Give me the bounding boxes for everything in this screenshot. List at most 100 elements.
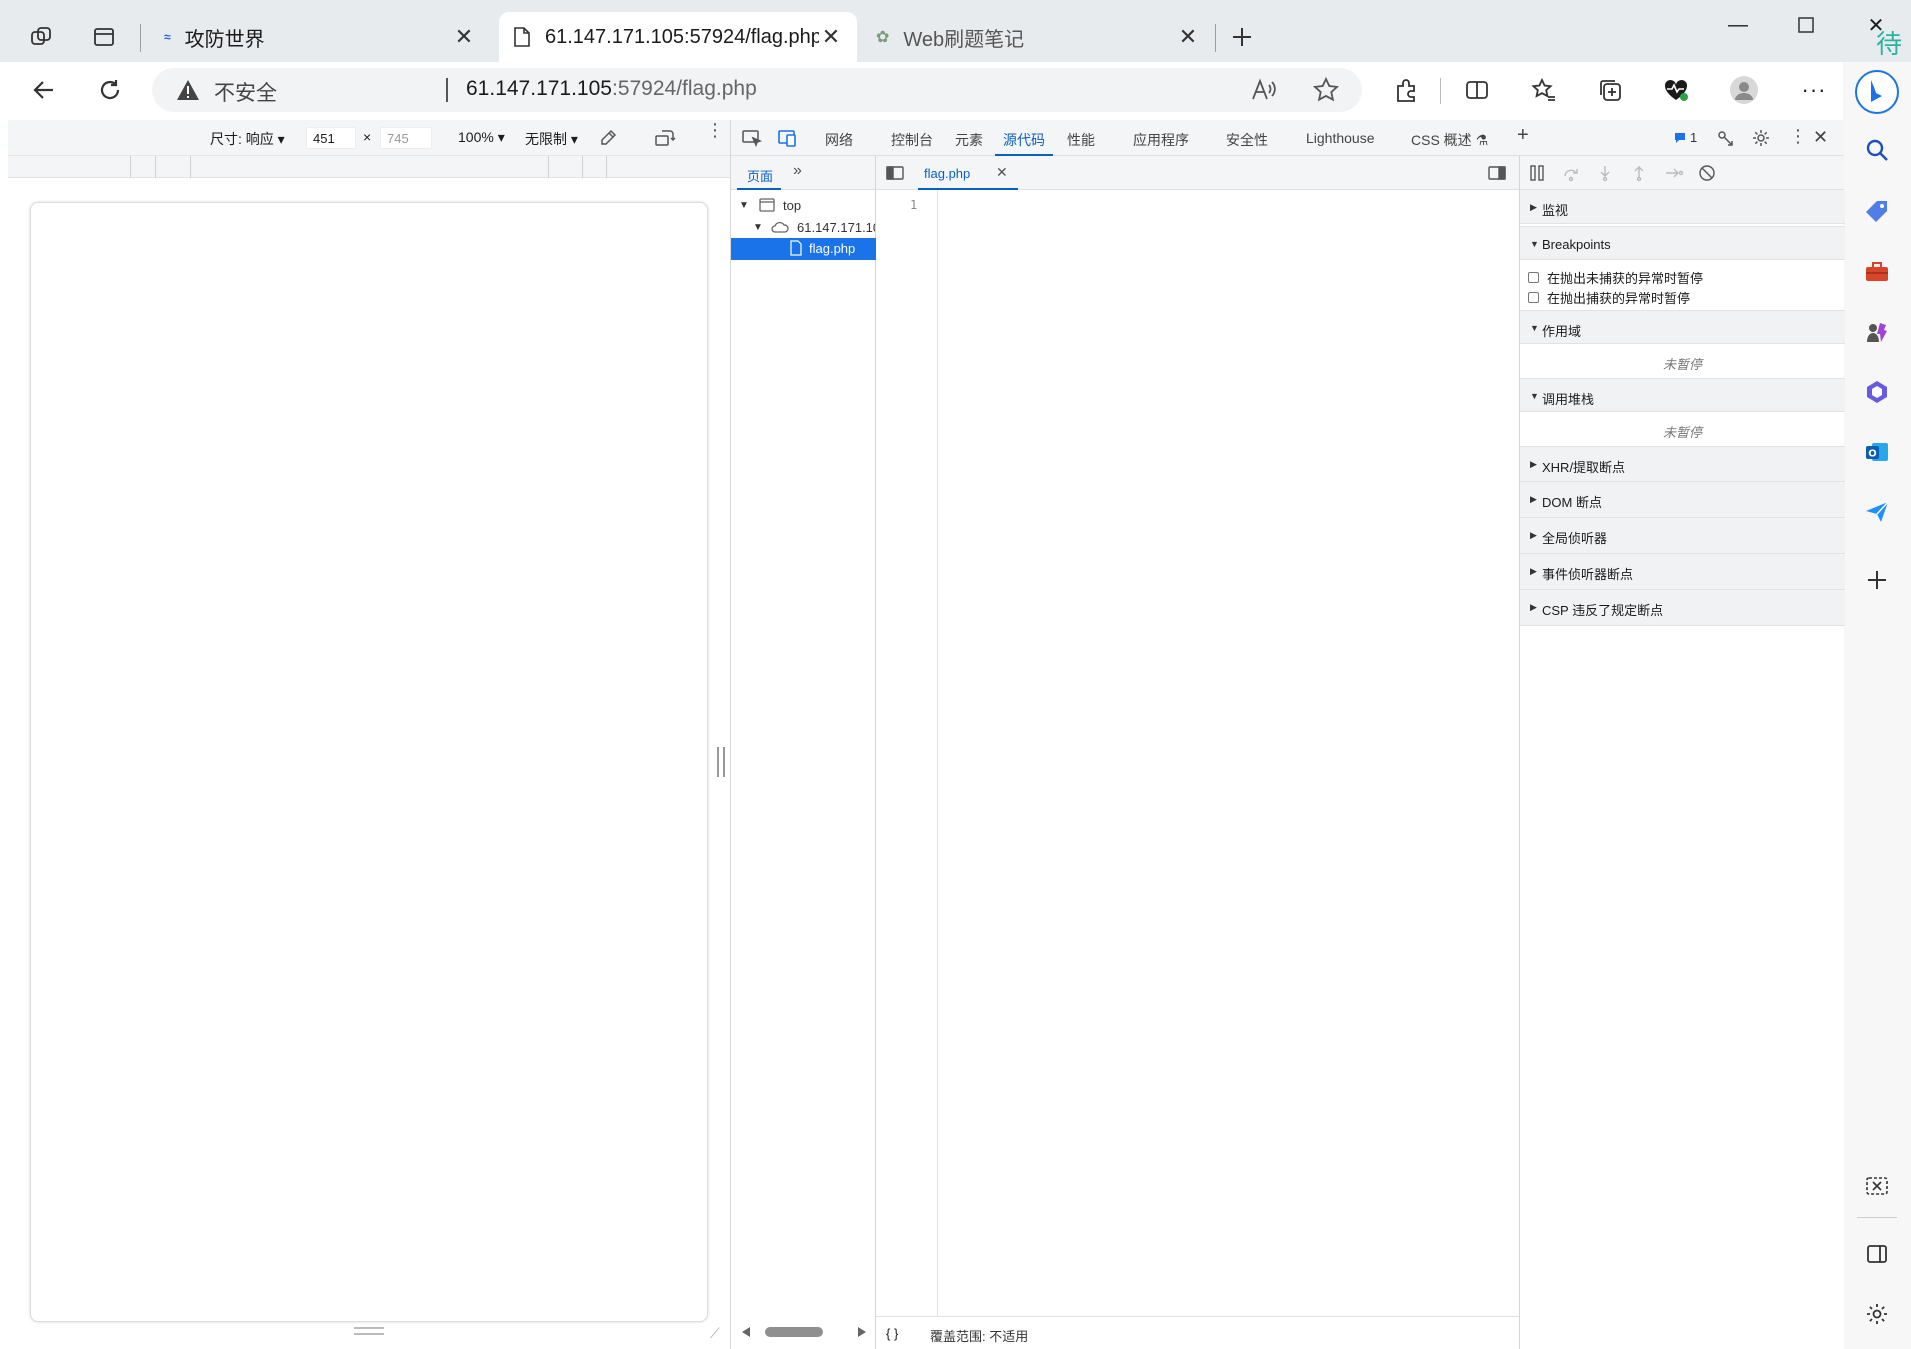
favorites-icon[interactable] bbox=[1524, 70, 1564, 110]
screenshot-icon[interactable] bbox=[1857, 1166, 1897, 1206]
health-icon[interactable] bbox=[1656, 70, 1696, 110]
security-label[interactable]: 不安全 bbox=[214, 77, 277, 107]
microsoft-365-icon[interactable] bbox=[1857, 372, 1897, 412]
height-input[interactable]: 745 bbox=[380, 127, 432, 149]
horizontal-scrollbar[interactable] bbox=[765, 1327, 823, 1337]
minimize-button[interactable]: — bbox=[1708, 8, 1768, 42]
read-aloud-icon[interactable] bbox=[1250, 76, 1278, 104]
split-screen-icon[interactable] bbox=[1457, 70, 1497, 110]
device-toggle-icon[interactable] bbox=[777, 128, 799, 148]
bing-copilot-icon[interactable] bbox=[1853, 68, 1901, 116]
profile-avatar-icon[interactable] bbox=[1724, 70, 1764, 110]
eyedropper-icon[interactable] bbox=[598, 128, 618, 148]
send-paper-plane-icon[interactable] bbox=[1857, 492, 1897, 532]
step-icon[interactable] bbox=[1664, 164, 1684, 182]
tab-console[interactable]: 控制台 bbox=[891, 130, 933, 150]
toggle-debugger-icon[interactable] bbox=[1488, 165, 1506, 181]
step-into-icon[interactable] bbox=[1596, 164, 1614, 182]
resize-corner-icon[interactable]: ⟋ bbox=[710, 1325, 720, 1342]
close-devtools-icon[interactable]: ✕ bbox=[1813, 127, 1828, 148]
section-breakpoints[interactable]: ▼ Breakpoints bbox=[1520, 226, 1845, 260]
section-xhr-breakpoints[interactable]: ▶ XHR/提取断点 bbox=[1520, 446, 1845, 482]
device-more-icon[interactable]: ⋮ bbox=[706, 121, 724, 139]
scroll-left-icon[interactable] bbox=[741, 1326, 751, 1338]
back-arrow-icon[interactable] bbox=[24, 70, 64, 110]
section-watch[interactable]: ▶ 监视 bbox=[1520, 190, 1845, 224]
pretty-print-button[interactable]: { } bbox=[886, 1326, 898, 1341]
expand-arrow-icon[interactable]: ▼ bbox=[739, 200, 749, 211]
more-tabs-plus-icon[interactable]: + bbox=[1517, 124, 1529, 147]
rotate-icon[interactable] bbox=[654, 128, 676, 148]
pause-uncaught-checkbox[interactable]: 在抛出未捕获的异常时暂停 bbox=[1528, 268, 1703, 287]
pause-caught-checkbox[interactable]: 在抛出捕获的异常时暂停 bbox=[1528, 288, 1690, 307]
close-tab-icon[interactable]: ✕ bbox=[819, 24, 843, 49]
issues-badge[interactable]: 1 bbox=[1673, 130, 1697, 145]
outlook-icon[interactable]: O bbox=[1857, 432, 1897, 472]
vertical-tabs-icon[interactable] bbox=[84, 17, 124, 57]
emulated-page[interactable] bbox=[30, 202, 708, 1322]
toggle-navigator-icon[interactable] bbox=[886, 165, 904, 181]
site-favicon-icon: ≈ bbox=[164, 30, 171, 44]
section-call-stack[interactable]: ▼ 调用堆栈 bbox=[1520, 378, 1845, 412]
pause-icon[interactable] bbox=[1528, 164, 1546, 182]
collections-icon[interactable] bbox=[1590, 70, 1630, 110]
scroll-right-icon[interactable] bbox=[857, 1326, 867, 1338]
tools-briefcase-icon[interactable] bbox=[1857, 252, 1897, 292]
section-event-listener-breakpoints[interactable]: ▶ 事件侦听器断点 bbox=[1520, 554, 1845, 590]
close-tab-icon[interactable]: ✕ bbox=[1176, 24, 1200, 49]
dimensions-dropdown[interactable]: 尺寸: 响应 ▾ bbox=[210, 129, 285, 149]
section-global-listeners[interactable]: ▶ 全局侦听器 bbox=[1520, 518, 1845, 554]
customize-icon[interactable] bbox=[1715, 128, 1735, 148]
tab-web-notes[interactable]: ✿ Web刷题笔记 ✕ bbox=[862, 12, 1214, 62]
zoom-dropdown[interactable]: 100% ▾ bbox=[458, 129, 505, 146]
tab-network[interactable]: 网络 bbox=[825, 130, 853, 150]
settings-gear-icon[interactable] bbox=[1857, 1294, 1897, 1334]
step-over-icon[interactable] bbox=[1562, 164, 1580, 182]
more-menu-icon[interactable]: ··· bbox=[1794, 70, 1834, 110]
section-dom-breakpoints[interactable]: ▶ DOM 断点 bbox=[1520, 482, 1845, 518]
favorite-star-icon[interactable] bbox=[1312, 76, 1340, 104]
maximize-button[interactable] bbox=[1776, 8, 1836, 42]
games-icon[interactable] bbox=[1857, 312, 1897, 352]
callstack-not-paused: 未暂停 bbox=[1662, 425, 1702, 440]
sidebar-toggle-icon[interactable] bbox=[1857, 1234, 1897, 1274]
tab-sources[interactable]: 源代码 bbox=[995, 130, 1053, 156]
section-scope[interactable]: ▼ 作用域 bbox=[1520, 310, 1845, 344]
tree-file[interactable]: flag.php bbox=[809, 241, 855, 256]
inspect-element-icon[interactable] bbox=[741, 128, 763, 148]
more-navigator-tabs-icon[interactable]: » bbox=[793, 162, 802, 180]
tab-css-overview[interactable]: CSS 概述 ⚗ bbox=[1411, 130, 1488, 150]
workspaces-icon[interactable] bbox=[21, 17, 61, 57]
throttle-dropdown[interactable]: 无限制 ▾ bbox=[525, 129, 578, 149]
tab-lighthouse[interactable]: Lighthouse bbox=[1306, 130, 1375, 146]
expand-arrow-icon[interactable]: ▼ bbox=[753, 222, 763, 233]
step-out-icon[interactable] bbox=[1630, 164, 1648, 182]
tree-top[interactable]: top bbox=[783, 198, 801, 213]
section-csp-breakpoints[interactable]: ▶ CSP 违反了规定断点 bbox=[1520, 590, 1845, 626]
tab-attack-defense-world[interactable]: ≈ 攻防世界 ✕ bbox=[150, 12, 490, 62]
shopping-tag-icon[interactable] bbox=[1857, 192, 1897, 232]
address-bar[interactable]: 不安全 61.147.171.105:57924/flag.php bbox=[152, 68, 1362, 112]
url-text[interactable]: 61.147.171.105:57924/flag.php bbox=[466, 77, 757, 101]
tree-origin[interactable]: 61.147.171.105 bbox=[797, 220, 875, 235]
width-input[interactable]: 451 bbox=[306, 127, 356, 149]
search-icon[interactable] bbox=[1857, 130, 1897, 170]
tab-flag-php[interactable]: 61.147.171.105:57924/flag.php ✕ bbox=[499, 12, 857, 62]
resize-handle-bottom[interactable] bbox=[354, 1327, 384, 1335]
editor-file-tab[interactable]: flag.php bbox=[924, 166, 970, 181]
new-tab-button[interactable] bbox=[1222, 17, 1262, 57]
refresh-icon[interactable] bbox=[90, 70, 130, 110]
close-tab-icon[interactable]: ✕ bbox=[452, 24, 476, 49]
resize-handle-right[interactable] bbox=[717, 747, 725, 777]
close-file-tab-icon[interactable]: ✕ bbox=[996, 164, 1008, 181]
devtools-more-icon[interactable]: ⋮ bbox=[1789, 126, 1807, 147]
tab-elements[interactable]: 元素 bbox=[955, 130, 983, 150]
tab-application[interactable]: 应用程序 bbox=[1133, 130, 1189, 150]
devtools-settings-icon[interactable] bbox=[1751, 128, 1771, 148]
extensions-icon[interactable] bbox=[1386, 70, 1426, 110]
tab-page[interactable]: 页面 bbox=[747, 166, 773, 185]
tab-performance[interactable]: 性能 bbox=[1067, 130, 1095, 150]
add-sidebar-app-icon[interactable] bbox=[1857, 560, 1897, 600]
tab-security[interactable]: 安全性 bbox=[1226, 130, 1268, 150]
deactivate-breakpoints-icon[interactable] bbox=[1698, 164, 1716, 182]
